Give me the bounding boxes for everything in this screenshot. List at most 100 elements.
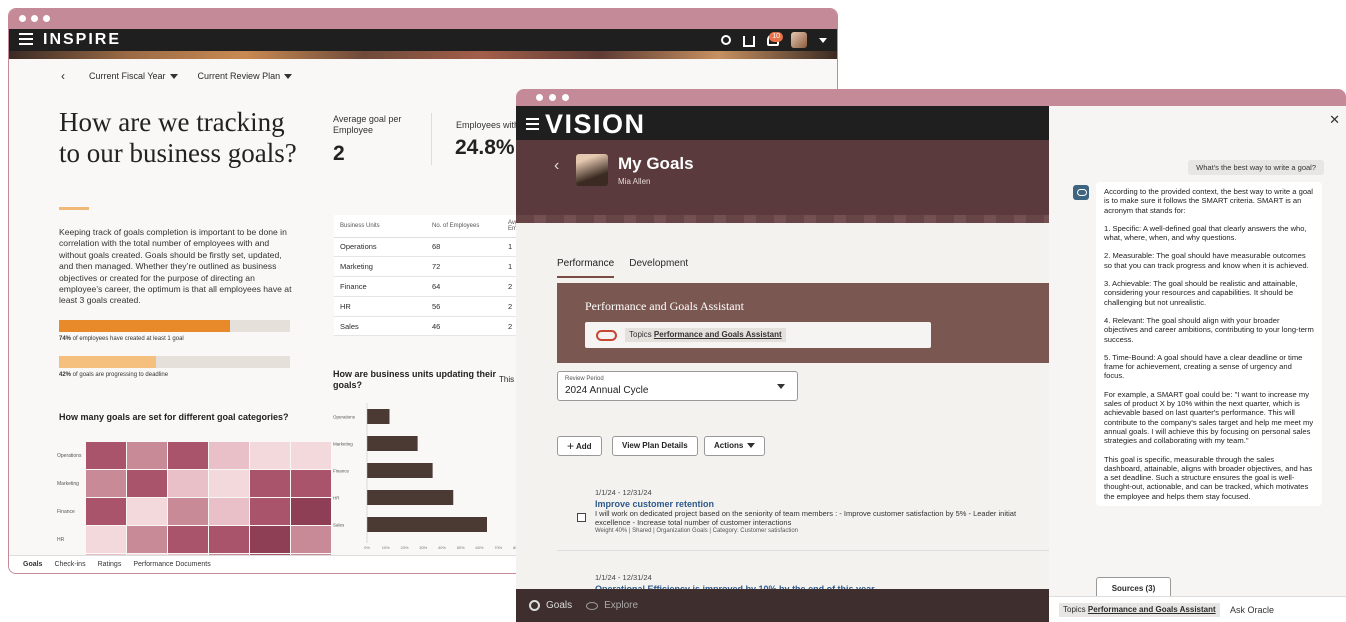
horizontal-bar-chart: Operations Marketing Finance HR Sales 0% 10% 20… (333, 403, 521, 550)
progress-percent: 74% (59, 336, 72, 342)
topics-label: Topics (1063, 605, 1086, 614)
add-label: Add (575, 442, 592, 451)
chat-panel: ✕ What's the best way to write a goal? A… (1049, 106, 1346, 622)
window-dot[interactable] (536, 94, 543, 101)
heatmap-cell (86, 526, 126, 553)
table-cell: 64 (426, 276, 502, 297)
goal-checkbox[interactable] (577, 513, 586, 522)
app-logo: INSPIRE (43, 31, 122, 48)
progress-caption: 74% of employees have created at least 1… (59, 336, 184, 342)
progress-percent: 42% (59, 372, 72, 378)
topics-link[interactable]: Performance and Goals Assistant (1088, 605, 1216, 614)
caret-down-icon (747, 443, 756, 449)
eye-icon (586, 601, 599, 610)
axis-tick-label: 40% (438, 545, 446, 550)
assistant-title: Performance and Goals Assistant (585, 299, 744, 313)
heatmap-cell (86, 442, 126, 469)
nav-goals[interactable]: Goals (529, 600, 572, 611)
window-dot[interactable] (31, 15, 38, 22)
heatmap-cell (86, 498, 126, 525)
window-dot[interactable] (549, 94, 556, 101)
nav-goals[interactable]: Goals (23, 561, 42, 568)
window-dot[interactable] (19, 15, 26, 22)
review-plan-filter[interactable]: Current Review Plan (198, 71, 293, 81)
back-icon[interactable]: ‹ (554, 157, 559, 175)
bar (367, 490, 454, 505)
nav-goals-label: Goals (546, 600, 573, 611)
goal-meta: Weight 40% | Shared | Organization Goals… (595, 528, 798, 534)
tab-bar: Performance Development (557, 258, 688, 269)
nav-ratings[interactable]: Ratings (98, 561, 122, 568)
stat-label: Average goal per Employee (333, 114, 402, 135)
nav-check-ins[interactable]: Check-ins (54, 561, 85, 568)
heatmap-cell (250, 442, 290, 469)
tab-development[interactable]: Development (629, 258, 688, 269)
bar-category-label: Sales (333, 523, 345, 528)
notifications-icon[interactable]: 10 (767, 32, 783, 46)
topics-box[interactable]: Topics Performance and Goals Assistant (585, 322, 931, 348)
caret-down-icon (169, 74, 178, 80)
window-dot[interactable] (562, 94, 569, 101)
goal-description: excellence - Increase total number of cu… (595, 518, 792, 527)
reply-paragraph: 3. Achievable: The goal should be realis… (1104, 279, 1298, 307)
heatmap-cell (291, 470, 331, 497)
reply-paragraph: For example, a SMART goal could be: "I w… (1104, 389, 1314, 446)
view-plan-details-button[interactable]: View Plan Details (612, 436, 698, 456)
home-icon[interactable] (743, 36, 755, 47)
menu-icon[interactable] (19, 33, 33, 45)
heatmap-cell (168, 498, 208, 525)
user-avatar[interactable] (791, 32, 807, 48)
reply-paragraph: 5. Time-Bound: A goal should have a clea… (1104, 352, 1303, 381)
progress-bar-goals-created (59, 320, 290, 332)
ask-oracle-input[interactable]: Ask Oracle (1230, 603, 1274, 617)
topics-link[interactable]: Performance and Goals Assistant (654, 330, 782, 339)
heatmap-cell (209, 498, 249, 525)
business-units-table: Business Units No. of Employees Avg Emp … (334, 215, 527, 337)
goal-title[interactable]: Improve customer retention (595, 499, 1049, 509)
add-button[interactable]: + Add (557, 436, 602, 456)
search-icon[interactable] (721, 35, 731, 45)
goal-item[interactable]: 1/1/24 - 12/31/24 Improve customer reten… (595, 488, 1049, 534)
fiscal-year-filter[interactable]: Current Fiscal Year (89, 71, 178, 81)
window-titlebar (9, 9, 837, 29)
nav-explore[interactable]: Explore (586, 600, 638, 611)
target-icon (529, 600, 540, 611)
plus-icon: + (567, 439, 575, 453)
tab-performance[interactable]: Performance (557, 258, 614, 269)
stat-value: 2 (333, 142, 345, 165)
back-icon[interactable]: ‹ (61, 69, 65, 83)
reply-paragraph: This goal is specific, measurable throug… (1104, 454, 1313, 501)
fiscal-year-label: Current Fiscal Year (89, 71, 166, 81)
table-row: Marketing 72 1 (334, 256, 527, 278)
column-header: No. of Employees (426, 215, 502, 238)
reply-paragraph: 1. Specific: A well-defined goal that cl… (1104, 223, 1307, 243)
heatmap-cell (86, 470, 126, 497)
axis-tick-label: 30% (419, 545, 427, 550)
description-text: Keeping track of goals completion is imp… (59, 227, 292, 306)
heatmap-cell (250, 498, 290, 525)
table-header-row: Business Units No. of Employees Avg Emp (334, 215, 527, 238)
review-period-select[interactable]: Review Period 2024 Annual Cycle (557, 371, 798, 401)
table-row: Finance 64 2 (334, 276, 527, 297)
chevron-down-icon[interactable] (819, 37, 827, 43)
heatmap-cell (250, 526, 290, 553)
progress-fill (59, 320, 230, 332)
review-period-label: Review Period (565, 376, 604, 382)
topics-pill[interactable]: Topics Performance and Goals Assistant (1059, 603, 1220, 617)
bar (367, 517, 487, 532)
window-titlebar (516, 89, 1346, 106)
heatmap-row-label: Marketing (57, 481, 79, 487)
app-logo: VISION (545, 109, 646, 139)
window-dot[interactable] (43, 15, 50, 22)
actions-button[interactable]: Actions (704, 436, 766, 456)
app-header: INSPIRE 10 (9, 29, 837, 51)
menu-icon[interactable] (526, 118, 539, 133)
divider (557, 550, 1049, 551)
axis-tick-label: 60% (475, 545, 483, 550)
topics-pill[interactable]: Topics Performance and Goals Assistant (625, 328, 786, 342)
heatmap-title: How many goals are set for different goa… (59, 412, 289, 422)
progress-fill (59, 356, 157, 368)
nav-performance-documents[interactable]: Performance Documents (133, 561, 210, 568)
vision-window: VISION ‹ My Goals Mia Allen Performance … (516, 89, 1346, 622)
close-icon[interactable]: ✕ (1329, 112, 1340, 128)
